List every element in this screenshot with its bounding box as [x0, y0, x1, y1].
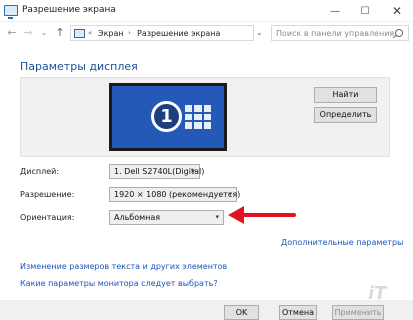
resolution-select[interactable]: 1920 × 1080 (рекомендуется) ▾ [109, 187, 241, 202]
navigation-bar: ← → ⌄ ↑ « Экран › Разрешение экрана ⌄ ↻ … [0, 22, 413, 44]
title-bar: Разрешение экрана — ☐ ✕ [0, 0, 413, 22]
orientation-label: Ориентация: [20, 213, 75, 222]
address-dropdown-icon[interactable]: ⌄ [256, 28, 263, 37]
display-settings-icon [4, 5, 18, 19]
watermark-logo: iT [368, 283, 387, 304]
windows-logo-icon [185, 105, 211, 129]
chevron-down-icon: ▾ [228, 190, 232, 198]
monitor-number-badge: 1 [151, 101, 182, 132]
annotation-arrow-icon [228, 206, 296, 224]
orientation-select[interactable]: Альбомная ▾ [109, 210, 224, 225]
control-panel-icon [74, 29, 85, 38]
resolution-label: Разрешение: [20, 190, 75, 199]
address-bar[interactable]: « Экран › Разрешение экрана [70, 25, 254, 41]
display-label: Дисплей: [20, 167, 60, 176]
maximize-button[interactable]: ☐ [350, 0, 380, 22]
forward-arrow-icon[interactable]: → [22, 26, 34, 40]
ok-button[interactable]: OK [224, 305, 259, 320]
advanced-settings-link[interactable]: Дополнительные параметры [281, 238, 403, 247]
back-arrow-icon[interactable]: ← [6, 26, 18, 40]
breadcrumb-separator-icon[interactable]: › [128, 29, 131, 37]
search-box[interactable]: Поиск в панели управления [271, 25, 409, 41]
chevron-down-icon: ▾ [215, 213, 219, 221]
up-arrow-icon[interactable]: ↑ [54, 26, 66, 40]
search-icon[interactable] [395, 29, 403, 37]
text-size-link[interactable]: Изменение размеров текста и других элеме… [20, 262, 227, 271]
cancel-button[interactable]: Отмена [279, 305, 317, 320]
identify-button[interactable]: Определить [314, 107, 377, 123]
resolution-select-value: 1920 × 1080 (рекомендуется) [114, 190, 241, 199]
breadcrumb-separator-icon: « [88, 29, 93, 37]
which-settings-link[interactable]: Какие параметры монитора следует выбрать… [20, 279, 218, 288]
orientation-select-value: Альбомная [114, 213, 161, 222]
apply-button[interactable]: Применить [332, 305, 384, 320]
window-title: Разрешение экрана [22, 5, 116, 15]
find-button[interactable]: Найти [314, 87, 377, 103]
minimize-button[interactable]: — [320, 0, 350, 22]
close-button[interactable]: ✕ [382, 0, 412, 22]
page-title: Параметры дисплея [20, 60, 138, 73]
display-select[interactable]: 1. Dell S2740L(Digital) ▾ [109, 164, 204, 179]
breadcrumb-item-resolution[interactable]: Разрешение экрана [137, 29, 220, 38]
chevron-down-icon: ▾ [191, 167, 195, 175]
recent-locations-chevron-icon[interactable]: ⌄ [38, 26, 50, 40]
breadcrumb-item-screen[interactable]: Экран [98, 29, 124, 38]
search-input[interactable]: Поиск в панели управления [276, 29, 394, 38]
